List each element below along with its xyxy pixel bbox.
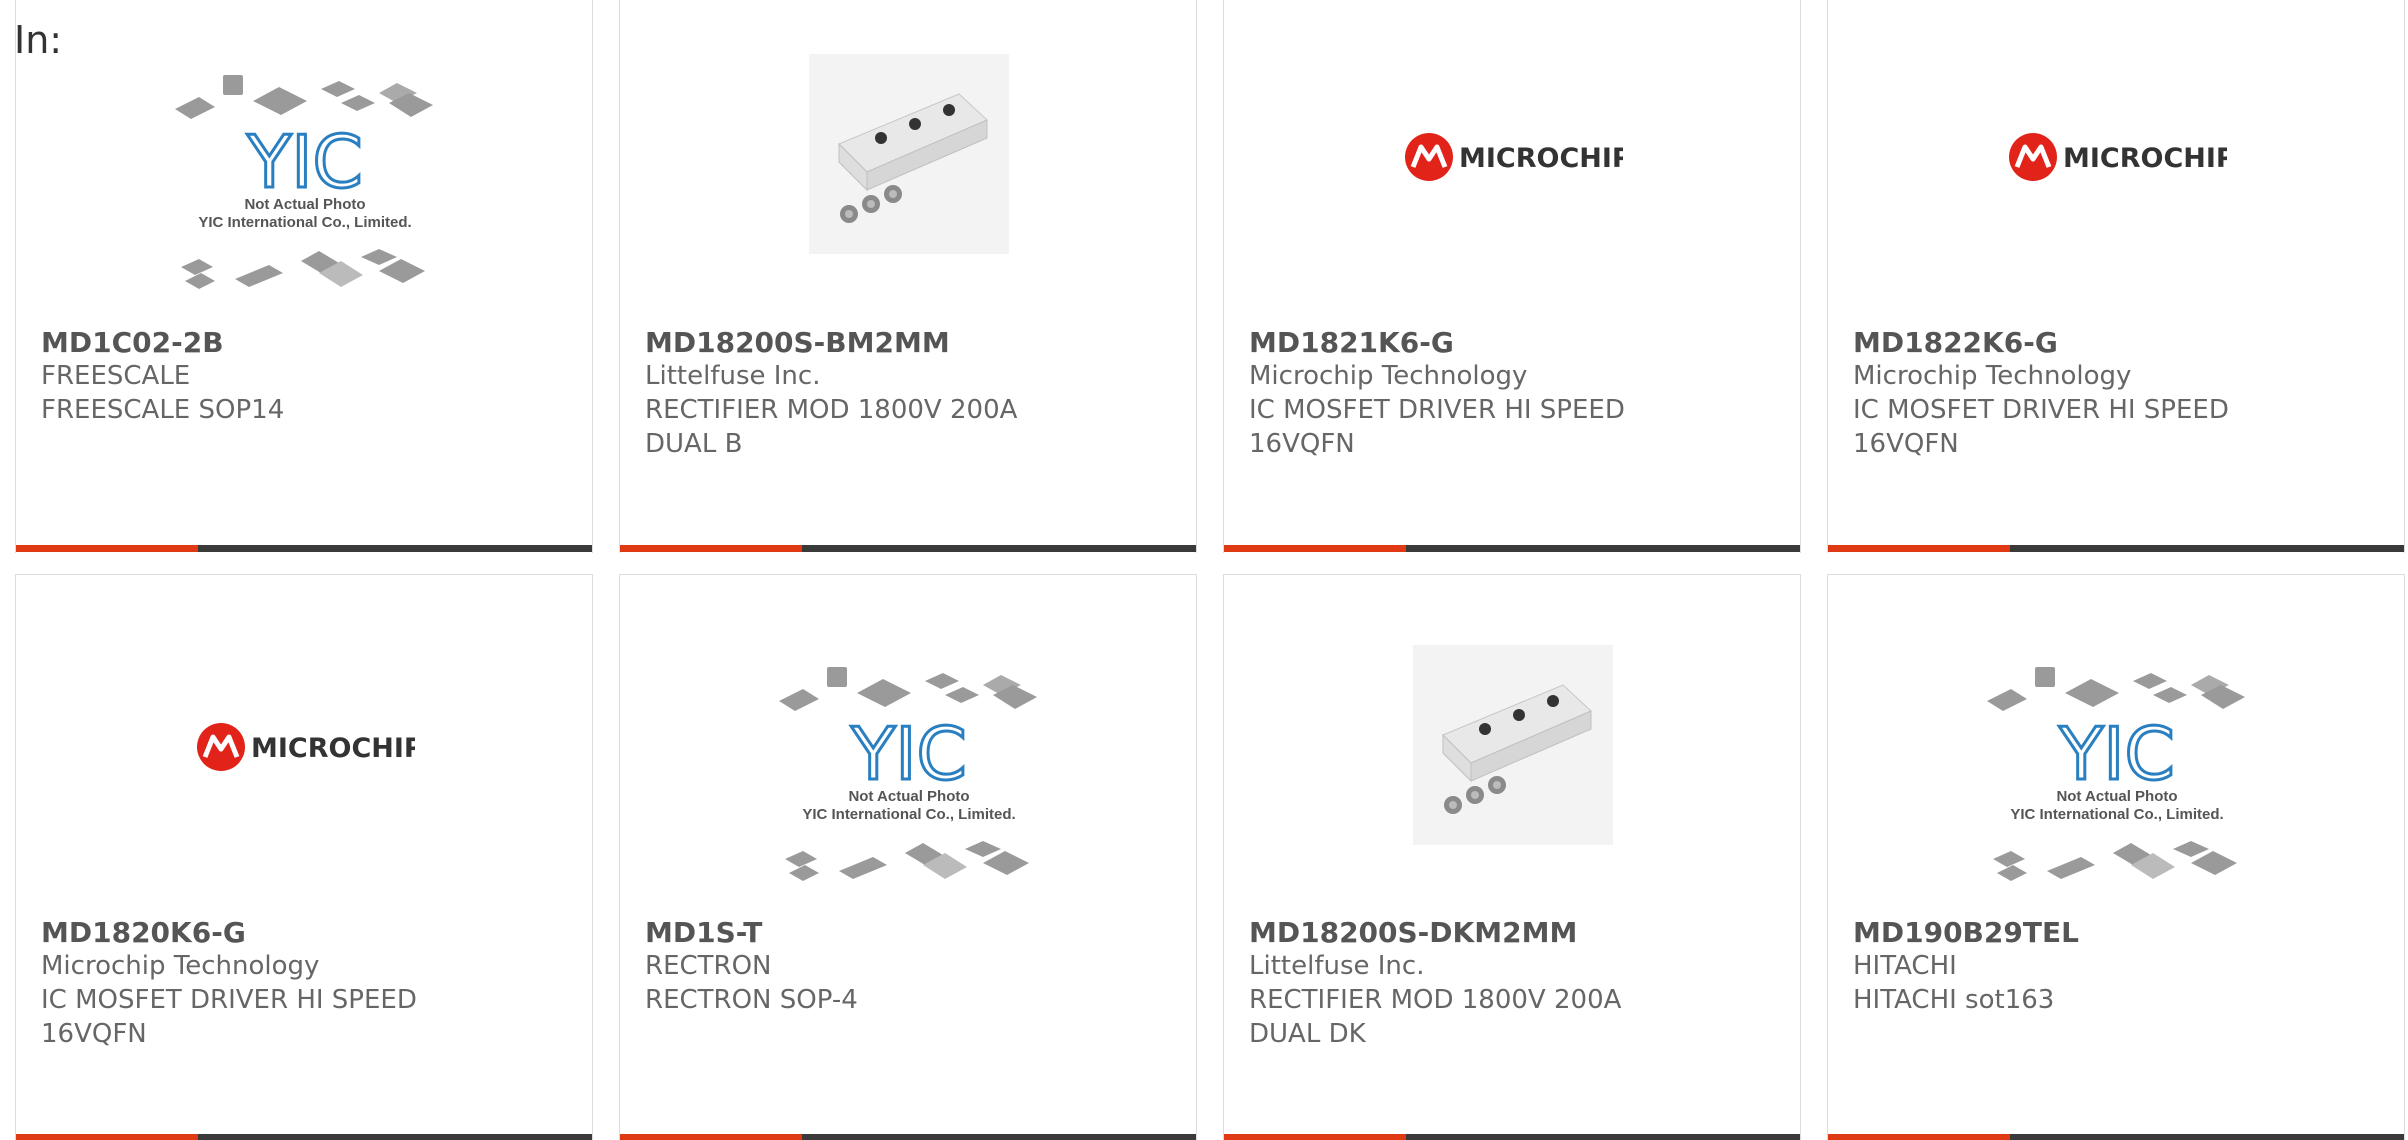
description: HITACHI sot163 (1853, 985, 2055, 1015)
accent-bar (16, 545, 198, 552)
description: RECTIFIER MOD 1800V 200A (645, 395, 1018, 425)
card-footer-bar (16, 1134, 592, 1140)
description-continued: 16VQFN (1249, 429, 1355, 459)
product-card[interactable]: YIC Not Actual Photo YIC International C… (619, 574, 1197, 1140)
card-footer-bar (1224, 1134, 1800, 1140)
product-card[interactable]: MD18200S-BM2MM Littelfuse Inc. RECTIFIER… (619, 0, 1197, 553)
svg-text:Not Actual Photo: Not Actual Photo (244, 196, 365, 213)
accent-bar (620, 1134, 802, 1140)
product-grid: YIC Not Actual Photo YIC International C… (0, 0, 2408, 1140)
card-footer-bar (620, 545, 1196, 552)
description: RECTRON SOP-4 (645, 985, 858, 1015)
svg-text:YIC: YIC (246, 120, 363, 204)
microchip-logo: MICROCHIP (1405, 133, 1623, 181)
svg-text:YIC: YIC (850, 712, 967, 796)
product-image[interactable]: YIC Not Actual Photo YIC International C… (16, 39, 592, 309)
manufacturer: HITACHI (1853, 951, 1957, 981)
card-footer-bar (1224, 545, 1800, 552)
product-image[interactable] (1224, 615, 1800, 885)
module-photo (1413, 645, 1613, 845)
placeholder-image: YIC Not Actual Photo YIC International C… (1987, 667, 2245, 881)
manufacturer: Littelfuse Inc. (645, 361, 821, 391)
accent-bar (16, 1134, 198, 1140)
accent-bar (1224, 545, 1406, 552)
description: IC MOSFET DRIVER HI SPEED (1853, 395, 2229, 425)
svg-text:YIC: YIC (2058, 712, 2175, 796)
manufacturer: Microchip Technology (1853, 361, 2132, 391)
description-continued: DUAL B (645, 429, 743, 459)
part-number[interactable]: MD1C02-2B (41, 326, 224, 359)
description-continued: 16VQFN (1853, 429, 1959, 459)
description-continued: DUAL DK (1249, 1019, 1366, 1049)
product-image[interactable]: YIC Not Actual Photo YIC International C… (620, 615, 1196, 885)
product-image[interactable]: MICROCHIP (16, 615, 592, 885)
placeholder-image: YIC Not Actual Photo YIC International C… (175, 75, 433, 289)
accent-bar (620, 545, 802, 552)
product-card[interactable]: MICROCHIP MD1820K6-G Microchip Technolog… (15, 574, 593, 1140)
svg-text:MICROCHIP: MICROCHIP (1459, 143, 1623, 174)
card-footer-bar (1828, 1134, 2404, 1140)
part-number[interactable]: MD190B29TEL (1853, 916, 2079, 949)
part-number[interactable]: MD18200S-DKM2MM (1249, 916, 1577, 949)
product-card[interactable]: MICROCHIP MD1821K6-G Microchip Technolog… (1223, 0, 1801, 553)
module-photo (809, 54, 1009, 254)
svg-text:YIC International Co., Limited: YIC International Co., Limited. (802, 806, 1015, 823)
description: IC MOSFET DRIVER HI SPEED (1249, 395, 1625, 425)
product-image[interactable] (620, 39, 1196, 309)
svg-text:MICROCHIP: MICROCHIP (2063, 143, 2227, 174)
svg-text:Not Actual Photo: Not Actual Photo (2056, 788, 2177, 805)
accent-bar (1828, 545, 2010, 552)
accent-bar (1828, 1134, 2010, 1140)
product-image[interactable]: YIC Not Actual Photo YIC International C… (1828, 615, 2404, 885)
manufacturer: FREESCALE (41, 361, 191, 391)
placeholder-image: YIC Not Actual Photo YIC International C… (779, 667, 1037, 881)
product-card[interactable]: MD18200S-DKM2MM Littelfuse Inc. RECTIFIE… (1223, 574, 1801, 1140)
search-prefix-label: In: (14, 18, 63, 62)
description: RECTIFIER MOD 1800V 200A (1249, 985, 1622, 1015)
description: IC MOSFET DRIVER HI SPEED (41, 985, 417, 1015)
card-footer-bar (620, 1134, 1196, 1140)
description: FREESCALE SOP14 (41, 395, 285, 425)
svg-text:Not Actual Photo: Not Actual Photo (848, 788, 969, 805)
product-card[interactable]: YIC Not Actual Photo YIC International C… (1827, 574, 2405, 1140)
part-number[interactable]: MD1820K6-G (41, 916, 246, 949)
part-number[interactable]: MD1822K6-G (1853, 326, 2058, 359)
microchip-logo: MICROCHIP (2009, 133, 2227, 181)
product-card[interactable]: MICROCHIP MD1822K6-G Microchip Technolog… (1827, 0, 2405, 553)
svg-text:MICROCHIP: MICROCHIP (251, 733, 415, 764)
manufacturer: Littelfuse Inc. (1249, 951, 1425, 981)
manufacturer: Microchip Technology (1249, 361, 1528, 391)
microchip-logo: MICROCHIP (197, 723, 415, 771)
product-image[interactable]: MICROCHIP (1828, 39, 2404, 309)
part-number[interactable]: MD1S-T (645, 916, 762, 949)
manufacturer: RECTRON (645, 951, 772, 981)
part-number[interactable]: MD1821K6-G (1249, 326, 1454, 359)
part-number[interactable]: MD18200S-BM2MM (645, 326, 950, 359)
product-card[interactable]: YIC Not Actual Photo YIC International C… (15, 0, 593, 553)
svg-text:YIC International Co., Limited: YIC International Co., Limited. (198, 214, 411, 231)
card-footer-bar (1828, 545, 2404, 552)
product-image[interactable]: MICROCHIP (1224, 39, 1800, 309)
description-continued: 16VQFN (41, 1019, 147, 1049)
accent-bar (1224, 1134, 1406, 1140)
manufacturer: Microchip Technology (41, 951, 320, 981)
card-footer-bar (16, 545, 592, 552)
svg-text:YIC International Co., Limited: YIC International Co., Limited. (2010, 806, 2223, 823)
